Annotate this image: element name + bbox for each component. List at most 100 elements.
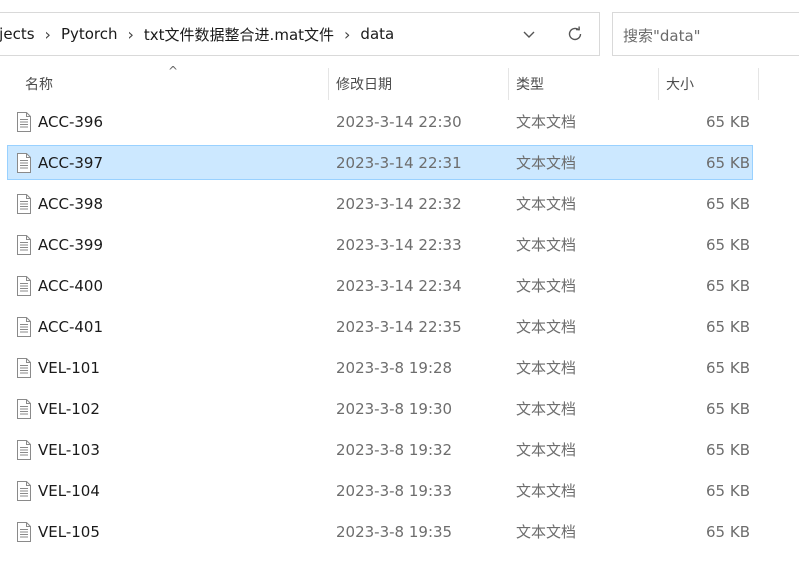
file-type: 文本文档 (516, 236, 577, 254)
chevron-down-icon[interactable] (518, 23, 540, 45)
file-row[interactable]: ACC-397 2023-3-14 22:31 文本文档 65 KB (7, 145, 753, 180)
file-name-cell: ACC-401 (16, 310, 103, 343)
column-divider[interactable] (758, 68, 759, 100)
file-row[interactable]: VEL-102 2023-3-8 19:30 文本文档 65 KB (7, 391, 753, 426)
column-divider[interactable] (658, 68, 659, 100)
file-type: 文本文档 (516, 195, 577, 213)
file-name: VEL-105 (38, 522, 100, 541)
text-file-icon (17, 316, 31, 337)
text-file-icon (17, 193, 31, 214)
file-modified-date: 2023-3-14 22:32 (336, 194, 462, 213)
file-name: VEL-101 (38, 358, 100, 377)
breadcrumb-item-pytorch[interactable]: Pytorch (61, 25, 118, 43)
file-name-cell: ACC-396 (16, 105, 103, 138)
file-name: VEL-104 (38, 481, 100, 500)
file-size: 65 KB (706, 440, 750, 459)
chevron-right-icon[interactable]: › (128, 25, 134, 44)
file-name: ACC-400 (38, 276, 103, 295)
file-size: 65 KB (706, 153, 750, 172)
breadcrumb: ojects › Pytorch › txt文件数据整合进.mat文件 › da… (0, 13, 505, 55)
file-type: 文本文档 (516, 400, 577, 418)
chevron-right-icon[interactable]: › (45, 25, 51, 44)
file-name: VEL-103 (38, 440, 100, 459)
file-size: 65 KB (706, 399, 750, 418)
file-size: 65 KB (706, 317, 750, 336)
search-input[interactable]: 搜索"data" (612, 12, 799, 56)
column-divider[interactable] (328, 68, 329, 100)
column-header: 名称 ^ 修改日期 类型 大小 (0, 64, 799, 102)
file-name-cell: VEL-104 (16, 474, 100, 507)
file-row[interactable]: VEL-101 2023-3-8 19:28 文本文档 65 KB (7, 350, 753, 385)
file-size: 65 KB (706, 276, 750, 295)
file-modified-date: 2023-3-14 22:35 (336, 317, 462, 336)
file-type: 文本文档 (516, 113, 577, 131)
file-modified-date: 2023-3-14 22:34 (336, 276, 462, 295)
file-type: 文本文档 (516, 482, 577, 500)
file-size: 65 KB (706, 481, 750, 500)
breadcrumb-item-projects[interactable]: ojects (0, 25, 35, 43)
file-name: VEL-102 (38, 399, 100, 418)
file-type: 文本文档 (516, 318, 577, 336)
sort-ascending-icon: ^ (168, 64, 179, 78)
text-file-icon (17, 234, 31, 255)
column-header-name-label: 名称 (25, 77, 53, 93)
refresh-icon[interactable] (564, 23, 586, 45)
file-row[interactable]: VEL-105 2023-3-8 19:35 文本文档 65 KB (7, 514, 753, 549)
column-header-size-label: 大小 (666, 77, 694, 93)
file-name: ACC-396 (38, 112, 103, 131)
file-size: 65 KB (706, 194, 750, 213)
file-modified-date: 2023-3-8 19:33 (336, 481, 453, 500)
text-file-icon (17, 275, 31, 296)
file-row[interactable]: VEL-103 2023-3-8 19:32 文本文档 65 KB (7, 432, 753, 467)
column-header-date[interactable]: 修改日期 (336, 66, 506, 102)
file-row[interactable]: ACC-399 2023-3-14 22:33 文本文档 65 KB (7, 227, 753, 262)
file-row[interactable]: ACC-401 2023-3-14 22:35 文本文档 65 KB (7, 309, 753, 344)
file-name-cell: VEL-105 (16, 515, 100, 548)
file-size: 65 KB (706, 112, 750, 131)
text-file-icon (17, 480, 31, 501)
chevron-right-icon[interactable]: › (344, 25, 350, 44)
column-header-date-label: 修改日期 (336, 77, 392, 93)
file-name-cell: ACC-399 (16, 228, 103, 261)
file-name-cell: VEL-101 (16, 351, 100, 384)
file-name: ACC-397 (38, 153, 103, 172)
file-type: 文本文档 (516, 359, 577, 377)
file-row[interactable]: ACC-400 2023-3-14 22:34 文本文档 65 KB (7, 268, 753, 303)
file-name-cell: ACC-398 (16, 187, 103, 220)
address-bar[interactable]: ojects › Pytorch › txt文件数据整合进.mat文件 › da… (0, 12, 600, 56)
file-name-cell: ACC-400 (16, 269, 103, 302)
file-name: ACC-398 (38, 194, 103, 213)
file-size: 65 KB (706, 522, 750, 541)
text-file-icon (17, 521, 31, 542)
text-file-icon (17, 357, 31, 378)
file-modified-date: 2023-3-14 22:33 (336, 235, 462, 254)
file-type: 文本文档 (516, 441, 577, 459)
file-row[interactable]: ACC-398 2023-3-14 22:32 文本文档 65 KB (7, 186, 753, 221)
column-header-type[interactable]: 类型 (516, 66, 656, 102)
text-file-icon (17, 111, 31, 132)
file-name: ACC-401 (38, 317, 103, 336)
column-divider[interactable] (508, 68, 509, 100)
file-modified-date: 2023-3-8 19:35 (336, 522, 453, 541)
file-size: 65 KB (706, 358, 750, 377)
text-file-icon (17, 398, 31, 419)
file-name-cell: VEL-103 (16, 433, 100, 466)
file-row[interactable]: VEL-104 2023-3-8 19:33 文本文档 65 KB (7, 473, 753, 508)
file-modified-date: 2023-3-14 22:31 (336, 153, 462, 172)
file-name: ACC-399 (38, 235, 103, 254)
file-modified-date: 2023-3-14 22:30 (336, 112, 462, 131)
breadcrumb-item-txt-folder[interactable]: txt文件数据整合进.mat文件 (144, 24, 334, 45)
file-size: 65 KB (706, 235, 750, 254)
file-modified-date: 2023-3-8 19:30 (336, 399, 453, 418)
file-type: 文本文档 (516, 277, 577, 295)
column-header-type-label: 类型 (516, 77, 544, 93)
file-type: 文本文档 (516, 154, 577, 172)
text-file-icon (17, 439, 31, 460)
file-row[interactable]: ACC-396 2023-3-14 22:30 文本文档 65 KB (7, 104, 753, 139)
text-file-icon (17, 152, 31, 173)
breadcrumb-item-data[interactable]: data (360, 25, 394, 43)
file-name-cell: VEL-102 (16, 392, 100, 425)
column-header-size[interactable]: 大小 (666, 66, 756, 102)
file-modified-date: 2023-3-8 19:32 (336, 440, 453, 459)
search-placeholder: 搜索"data" (623, 27, 701, 45)
